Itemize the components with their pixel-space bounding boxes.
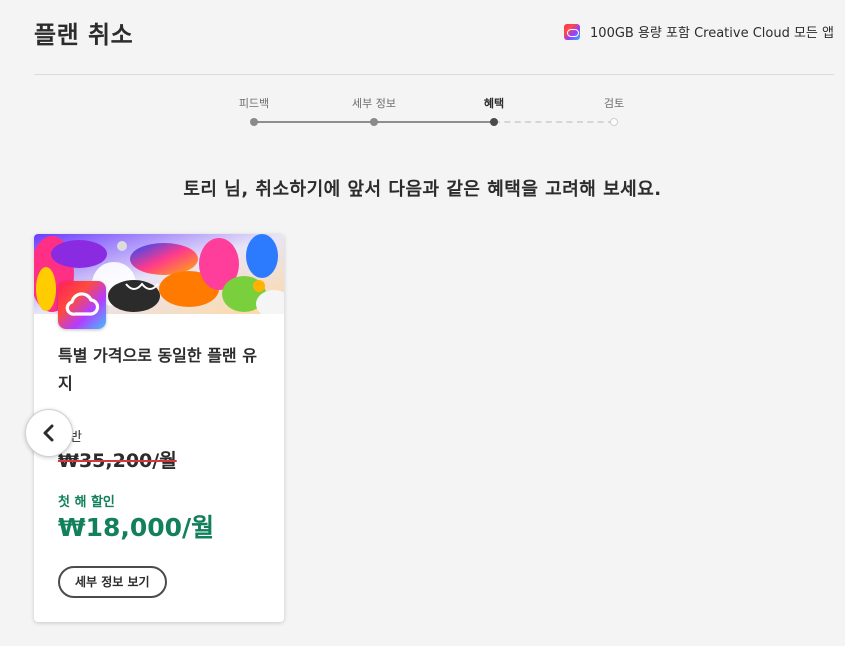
progress-stepper: 피드백 세부 정보 혜택 검토	[218, 95, 648, 135]
creative-cloud-icon	[58, 281, 106, 329]
step-connector	[254, 121, 374, 123]
plan-name: 100GB 용량 포함 Creative Cloud 모든 앱	[590, 26, 834, 41]
step-dot-details	[370, 118, 378, 126]
creative-cloud-icon	[564, 23, 581, 40]
step-dot-benefits	[490, 118, 498, 126]
regular-price: ₩35,200/월	[58, 450, 177, 472]
plan-info: 100GB 용량 포함 Creative Cloud 모든 앱	[564, 22, 834, 41]
step-dot-review	[610, 118, 618, 126]
step-connector	[374, 121, 494, 123]
step-label-details: 세부 정보	[352, 97, 396, 110]
offer-headline: 토리 님, 취소하기에 앞서 다음과 같은 혜택을 고려해 보세요.	[183, 179, 662, 200]
chevron-left-icon	[43, 424, 54, 442]
offer-title: 특별 가격으로 동일한 플랜 유지	[58, 346, 257, 393]
step-dot-feedback	[250, 118, 258, 126]
discount-price: ₩18,000/월	[58, 513, 215, 542]
step-connector	[494, 121, 614, 123]
page-header: 플랜 취소 100GB 용량 포함 Creative Cloud 모든 앱	[34, 0, 834, 75]
step-label-feedback: 피드백	[238, 97, 270, 110]
view-details-button[interactable]: 세부 정보 보기	[58, 566, 167, 598]
carousel-prev-button[interactable]	[25, 409, 73, 457]
page-title: 플랜 취소	[34, 21, 134, 49]
step-label-benefits: 혜택	[483, 97, 505, 110]
step-label-review: 검토	[603, 97, 625, 110]
